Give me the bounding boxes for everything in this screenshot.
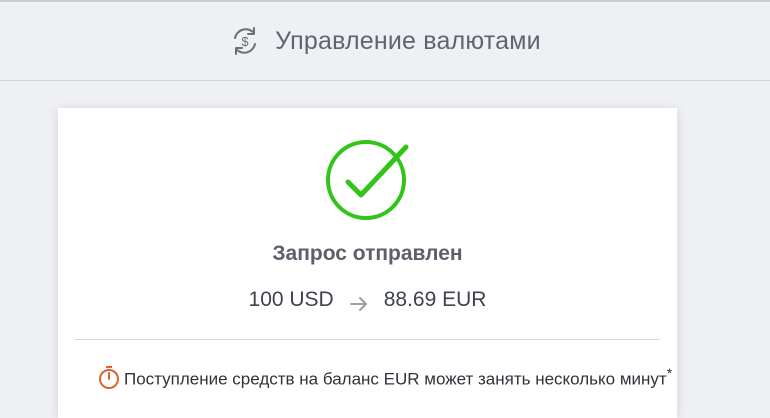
page-title: Управление валютами: [275, 26, 541, 55]
notice-text: Поступление средств на баланс EUR может …: [124, 365, 673, 389]
processing-notice: Поступление средств на баланс EUR может …: [98, 365, 672, 390]
result-card: Запрос отправлен 100 USD 88.69 EUR Посту…: [58, 108, 677, 418]
svg-text:$: $: [242, 34, 250, 49]
page-header: $ Управление валютами: [0, 2, 770, 80]
header-content: $ Управление валютами: [229, 25, 541, 57]
stopwatch-icon: [98, 365, 120, 390]
card-divider: [75, 339, 660, 340]
conversion-from: 100 USD: [248, 288, 334, 311]
conversion-summary: 100 USD 88.69 EUR: [58, 288, 677, 312]
header-divider: [0, 80, 770, 81]
currency-exchange-icon: $: [229, 25, 261, 57]
conversion-to: 88.69 EUR: [383, 288, 487, 311]
status-title: Запрос отправлен: [272, 242, 463, 265]
footnote-mark: *: [666, 365, 673, 381]
arrow-right-icon: [349, 293, 368, 311]
check-circle-icon: [326, 138, 410, 222]
